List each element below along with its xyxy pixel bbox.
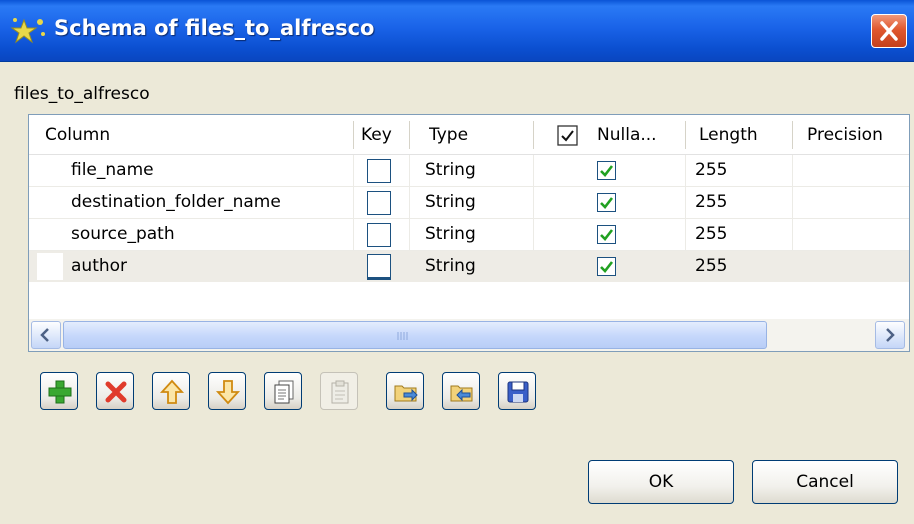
header-column[interactable]: Column [45, 115, 345, 155]
select-all-nullable-checkbox[interactable] [557, 125, 579, 147]
table-row[interactable]: destination_folder_name String 255 [29, 187, 909, 218]
cell-length[interactable]: 255 [695, 155, 727, 186]
cell-column-name[interactable]: source_path [71, 219, 175, 250]
nullable-checkbox[interactable] [597, 225, 617, 245]
key-checkbox[interactable] [367, 254, 391, 280]
copy-button[interactable] [264, 372, 302, 410]
table-row[interactable]: source_path String 255 [29, 219, 909, 250]
move-down-button[interactable] [208, 372, 246, 410]
move-up-icon [159, 379, 185, 404]
cell-length[interactable]: 255 [695, 251, 727, 282]
header-length[interactable]: Length [699, 115, 779, 155]
schema-dialog: Schema of files_to_alfresco files_to_alf… [0, 0, 914, 524]
header-type[interactable]: Type [429, 115, 529, 155]
save-icon [507, 381, 529, 403]
paste-button[interactable] [320, 372, 358, 410]
header-divider [533, 121, 534, 149]
export-icon [450, 385, 473, 402]
horizontal-scrollbar[interactable] [29, 319, 909, 351]
key-checkbox[interactable] [367, 159, 391, 183]
add-row-button[interactable] [40, 372, 78, 410]
key-checkbox[interactable] [367, 191, 391, 215]
table-row-selected[interactable]: author String 255 [29, 251, 909, 282]
header-divider [685, 121, 686, 149]
cell-length[interactable]: 255 [695, 187, 727, 218]
delete-row-button[interactable] [96, 372, 134, 410]
chevron-right-icon [886, 328, 895, 342]
header-divider [353, 121, 354, 149]
scroll-right-button[interactable] [875, 321, 905, 349]
table-header: Column Key Type Nulla... Length Precisio… [29, 115, 909, 155]
move-down-icon [215, 380, 241, 405]
close-icon [880, 21, 898, 41]
app-star-icon [10, 18, 45, 44]
schema-name-label: files_to_alfresco [14, 84, 150, 104]
move-up-button[interactable] [152, 372, 190, 410]
nullable-checkbox[interactable] [597, 193, 617, 213]
title-bar[interactable]: Schema of files_to_alfresco [0, 0, 914, 62]
import-schema-button[interactable] [386, 372, 424, 410]
cell-type[interactable]: String [425, 187, 476, 218]
cell-column-name[interactable]: author [71, 251, 127, 282]
delete-icon [105, 381, 127, 403]
header-key[interactable]: Key [361, 115, 401, 155]
chevron-left-icon [40, 328, 49, 342]
grip-icon [397, 332, 408, 340]
paste-icon [331, 380, 349, 404]
close-button[interactable] [871, 14, 907, 48]
scroll-thumb[interactable] [63, 321, 767, 349]
header-divider [409, 121, 410, 149]
cell-type[interactable]: String [425, 155, 476, 186]
save-schema-button[interactable] [498, 372, 536, 410]
add-icon [48, 380, 72, 404]
schema-table[interactable]: Column Key Type Nulla... Length Precisio… [28, 114, 910, 352]
table-row[interactable]: file_name String 255 [29, 155, 909, 186]
cell-column-name[interactable]: file_name [71, 155, 154, 186]
cell-type[interactable]: String [425, 219, 476, 250]
nullable-checkbox[interactable] [597, 257, 617, 277]
cell-column-name[interactable]: destination_folder_name [71, 187, 281, 218]
import-icon [394, 385, 418, 402]
ok-button[interactable]: OK [588, 460, 734, 504]
window-title: Schema of files_to_alfresco [54, 16, 375, 40]
header-precision[interactable]: Precision [807, 115, 907, 155]
header-nullable[interactable]: Nulla... [597, 115, 685, 155]
header-divider [792, 121, 793, 149]
cancel-button[interactable]: Cancel [752, 460, 898, 504]
cell-length[interactable]: 255 [695, 219, 727, 250]
cell-type[interactable]: String [425, 251, 476, 282]
key-checkbox[interactable] [367, 223, 391, 247]
scroll-left-button[interactable] [31, 321, 61, 349]
nullable-checkbox[interactable] [597, 161, 617, 181]
row-selector[interactable] [37, 253, 63, 280]
export-schema-button[interactable] [442, 372, 480, 410]
copy-icon [274, 380, 294, 404]
